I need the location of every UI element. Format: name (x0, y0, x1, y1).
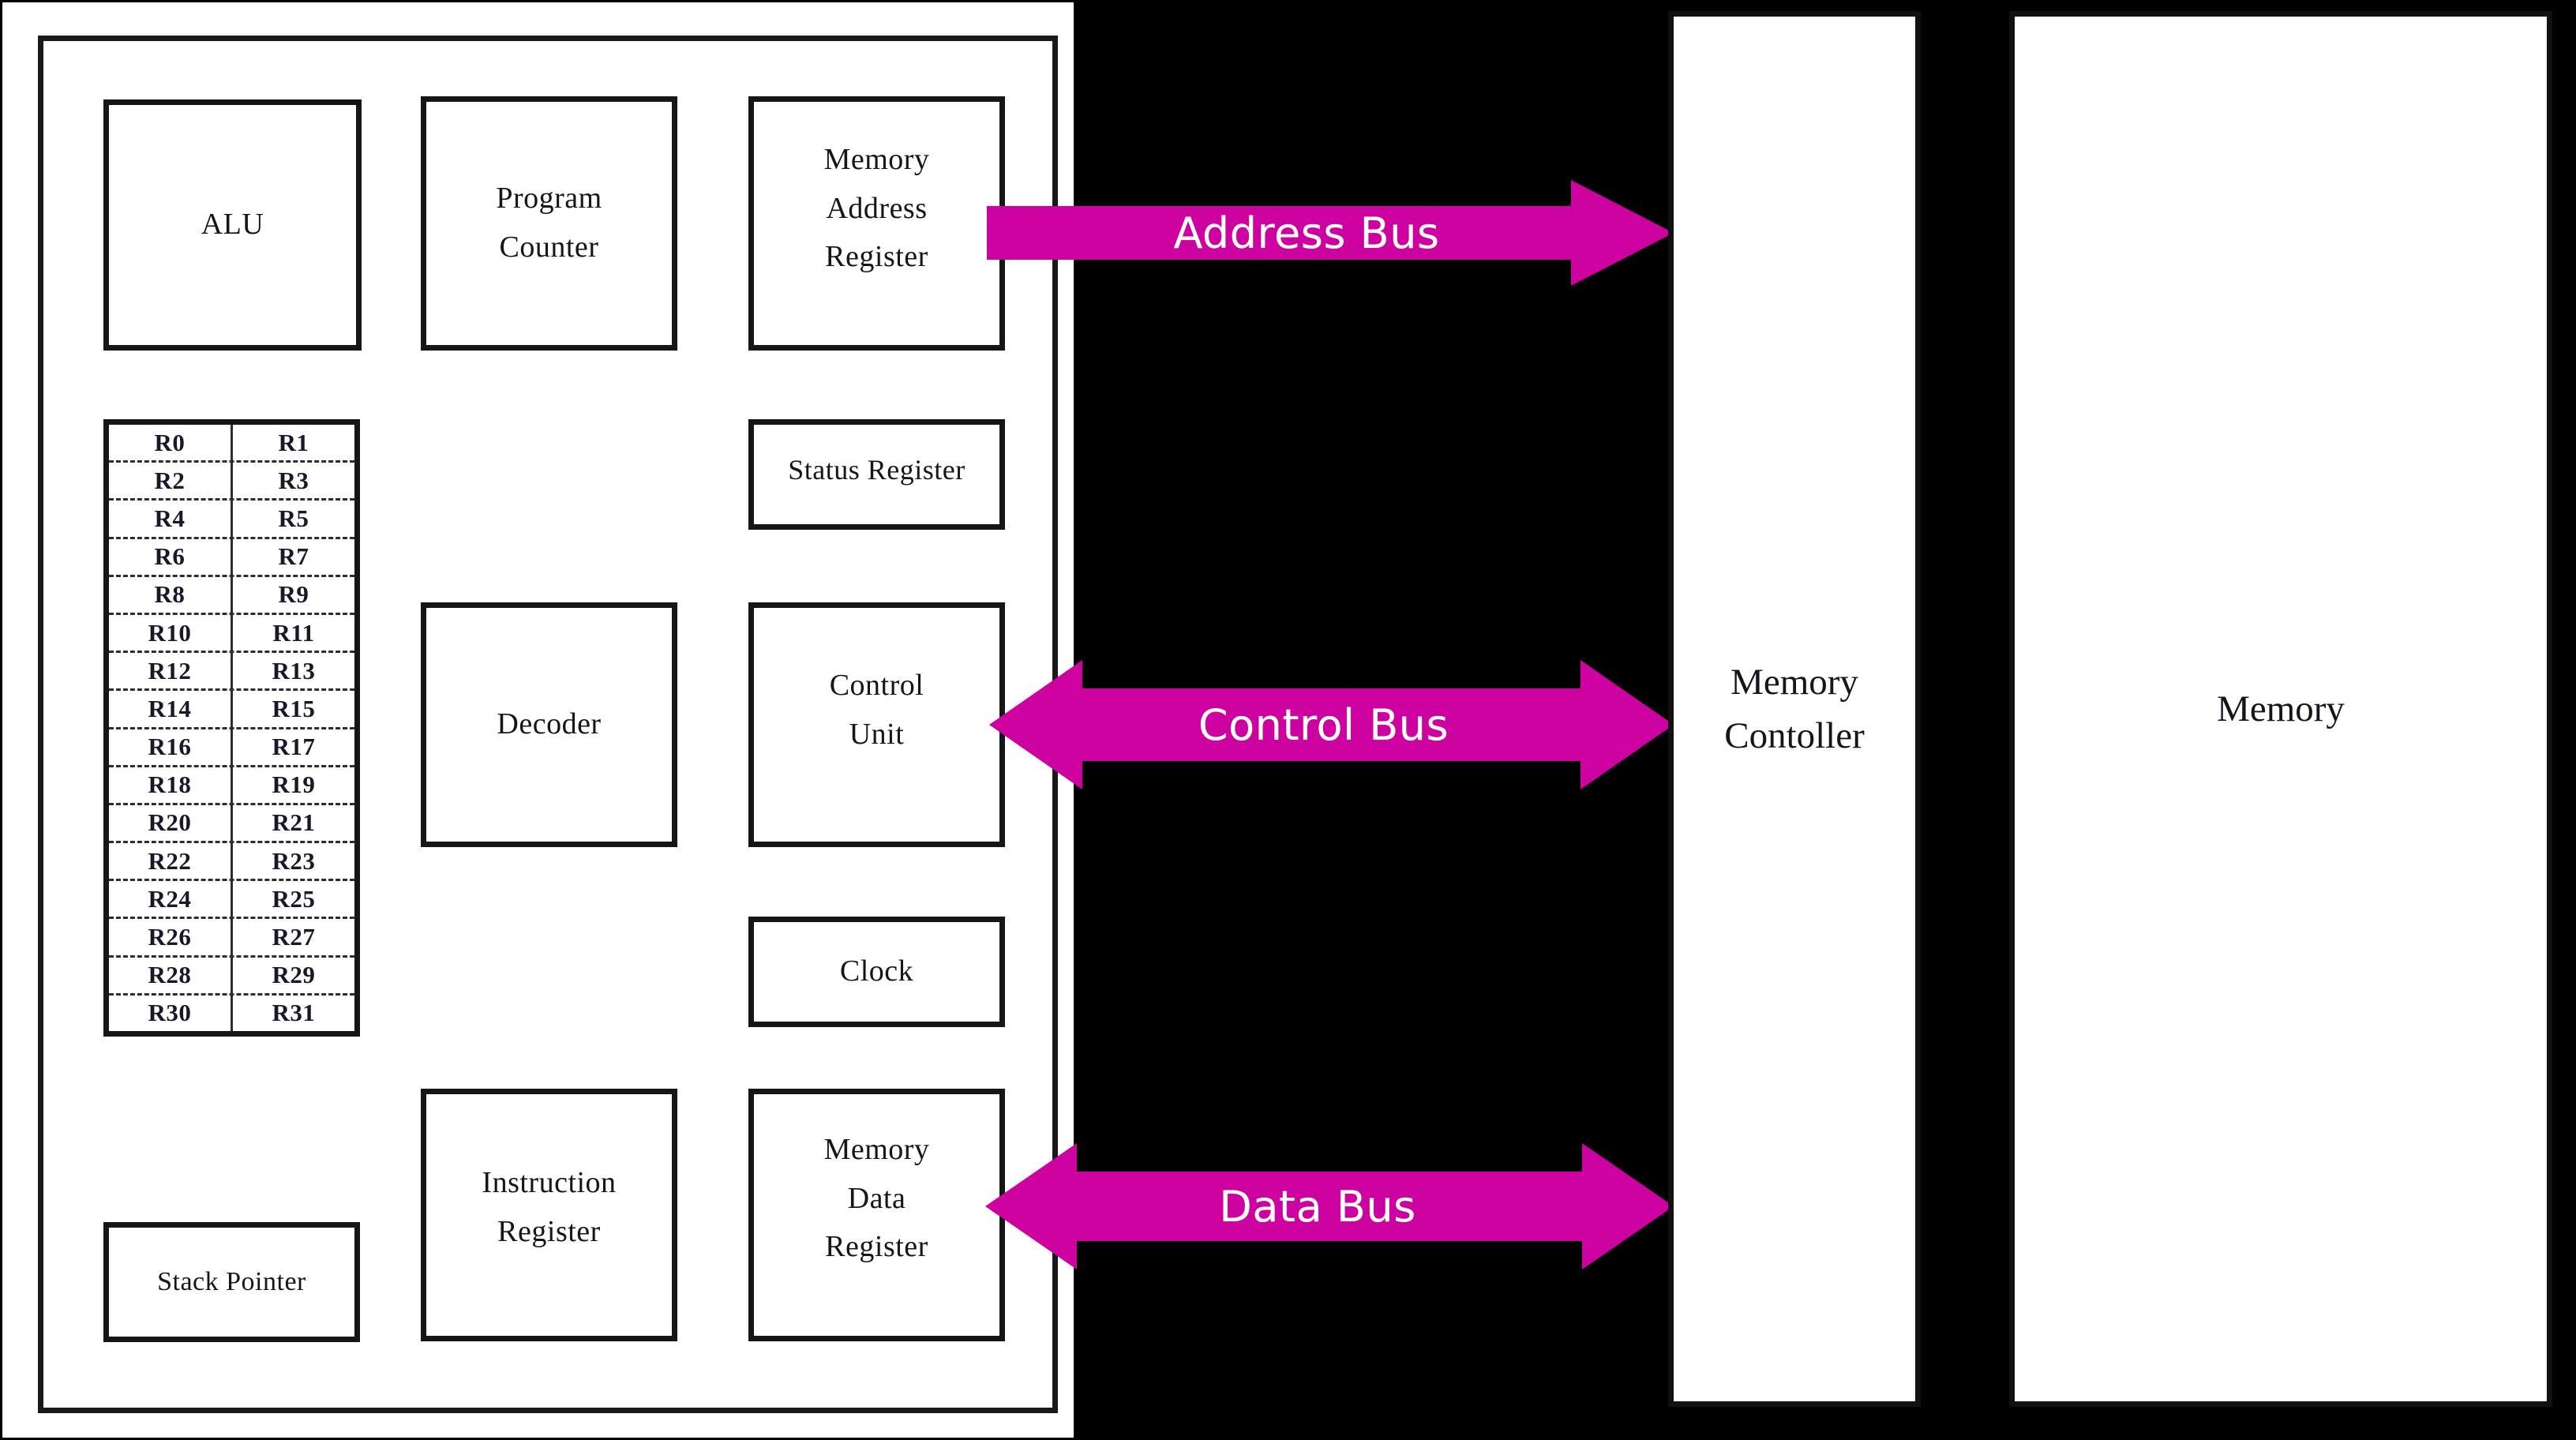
cpu-panel: ALU Program Counter Memory Address Regis… (2, 2, 1074, 1438)
unit-instruction-register[interactable]: Instruction Register (421, 1089, 677, 1341)
bus-address-label: Address Bus (1173, 208, 1440, 258)
register-cell[interactable]: R21 (233, 805, 354, 841)
register-cell[interactable]: R6 (109, 538, 233, 575)
memory-box[interactable]: Memory (2009, 11, 2552, 1407)
register-file[interactable]: R0 R1 R2 R3 R4 R5 R6 R7 R8 R9 R10 R11 R12 R13 R14 R15 R1… (103, 419, 360, 1037)
register-row: R0 R1 (109, 425, 354, 463)
unit-memory-address-register-line-1: Address (826, 191, 928, 225)
register-cell[interactable]: R5 (233, 501, 354, 536)
bus-address[interactable]: Address Bus (987, 180, 1674, 286)
register-cell[interactable]: R13 (233, 653, 354, 688)
memory-controller-box[interactable]: Memory Contoller (1668, 11, 1921, 1407)
register-cell[interactable]: R16 (109, 729, 233, 765)
register-row: R8 R9 (109, 576, 354, 615)
register-row: R18 R19 (109, 767, 354, 805)
register-cell[interactable]: R7 (233, 539, 354, 575)
register-cell[interactable]: R4 (109, 501, 233, 537)
unit-clock-line-0: Clock (839, 954, 914, 988)
unit-control-unit-line-1: Unit (849, 717, 905, 751)
register-cell[interactable]: R20 (109, 804, 233, 842)
register-cell[interactable]: R11 (233, 615, 354, 651)
unit-status-register[interactable]: Status Register (748, 419, 1005, 530)
register-cell[interactable]: R12 (109, 653, 233, 689)
register-row: R20 R21 (109, 804, 354, 844)
register-cell[interactable]: R8 (109, 576, 233, 613)
unit-memory-data-register-line-0: Memory (823, 1133, 930, 1166)
register-cell[interactable]: R25 (233, 881, 354, 917)
register-row: R24 R25 (109, 881, 354, 920)
unit-program-counter-line-1: Counter (499, 231, 599, 264)
register-row: R30 R31 (109, 995, 354, 1031)
register-cell[interactable]: R23 (233, 843, 354, 879)
register-row: R22 R23 (109, 843, 354, 882)
register-row: R26 R27 (109, 919, 354, 958)
unit-memory-data-register[interactable]: Memory Data Register (748, 1089, 1005, 1341)
register-cell[interactable]: R3 (233, 463, 354, 498)
unit-clock[interactable]: Clock (748, 917, 1005, 1027)
unit-stack-pointer[interactable]: Stack Pointer (103, 1222, 360, 1342)
unit-instruction-register-line-0: Instruction (482, 1166, 617, 1199)
unit-memory-address-register[interactable]: Memory Address Register (748, 96, 1005, 351)
unit-memory-address-register-line-0: Memory (823, 143, 930, 176)
register-cell[interactable]: R9 (233, 577, 354, 613)
memory-line-0: Memory (2217, 688, 2345, 729)
register-row: R28 R29 (109, 957, 354, 996)
register-cell[interactable]: R1 (233, 425, 354, 460)
register-cell[interactable]: R17 (233, 729, 354, 765)
bus-control[interactable]: Control Bus (989, 660, 1674, 789)
register-row: R12 R13 (109, 653, 354, 692)
register-cell[interactable]: R27 (233, 919, 354, 954)
register-row: R2 R3 (109, 463, 354, 501)
unit-status-register-line-0: Status Register (788, 454, 966, 486)
bus-control-label: Control Bus (1198, 699, 1449, 750)
register-cell[interactable]: R0 (109, 425, 233, 461)
unit-control-unit[interactable]: Control Unit (748, 602, 1005, 847)
register-row: R16 R17 (109, 729, 354, 767)
memory-controller-line-0: Memory (1730, 661, 1858, 703)
unit-instruction-register-line-1: Register (497, 1214, 601, 1248)
unit-alu[interactable]: ALU (103, 99, 362, 351)
register-cell[interactable]: R26 (109, 919, 233, 955)
register-cell[interactable]: R24 (109, 881, 233, 917)
diagram-canvas: ALU Program Counter Memory Address Regis… (0, 0, 2576, 1440)
register-cell[interactable]: R28 (109, 957, 233, 993)
register-cell[interactable]: R15 (233, 691, 354, 726)
unit-stack-pointer-line-0: Stack Pointer (157, 1267, 306, 1297)
bus-data[interactable]: Data Bus (985, 1143, 1674, 1269)
register-cell[interactable]: R19 (233, 767, 354, 803)
bus-data-label: Data Bus (1219, 1181, 1416, 1232)
unit-memory-data-register-line-1: Data (847, 1181, 906, 1215)
memory-controller-line-1: Contoller (1724, 715, 1865, 756)
unit-memory-address-register-line-2: Register (825, 240, 928, 274)
unit-decoder-line-0: Decoder (497, 707, 602, 741)
register-cell[interactable]: R31 (233, 996, 354, 1031)
register-cell[interactable]: R30 (109, 995, 233, 1031)
unit-memory-data-register-line-2: Register (825, 1230, 928, 1264)
register-cell[interactable]: R10 (109, 614, 233, 651)
unit-decoder[interactable]: Decoder (421, 602, 677, 847)
register-cell[interactable]: R22 (109, 843, 233, 879)
unit-control-unit-line-0: Control (829, 669, 924, 702)
register-cell[interactable]: R14 (109, 691, 233, 727)
register-cell[interactable]: R2 (109, 463, 233, 499)
register-cell[interactable]: R29 (233, 958, 354, 993)
unit-program-counter[interactable]: Program Counter (421, 96, 677, 351)
unit-alu-line-0: ALU (201, 208, 264, 242)
register-cell[interactable]: R18 (109, 767, 233, 803)
register-row: R10 R11 (109, 614, 354, 654)
register-row: R4 R5 (109, 501, 354, 539)
register-row: R14 R15 (109, 691, 354, 729)
register-row: R6 R7 (109, 538, 354, 577)
unit-program-counter-line-0: Program (496, 182, 602, 216)
